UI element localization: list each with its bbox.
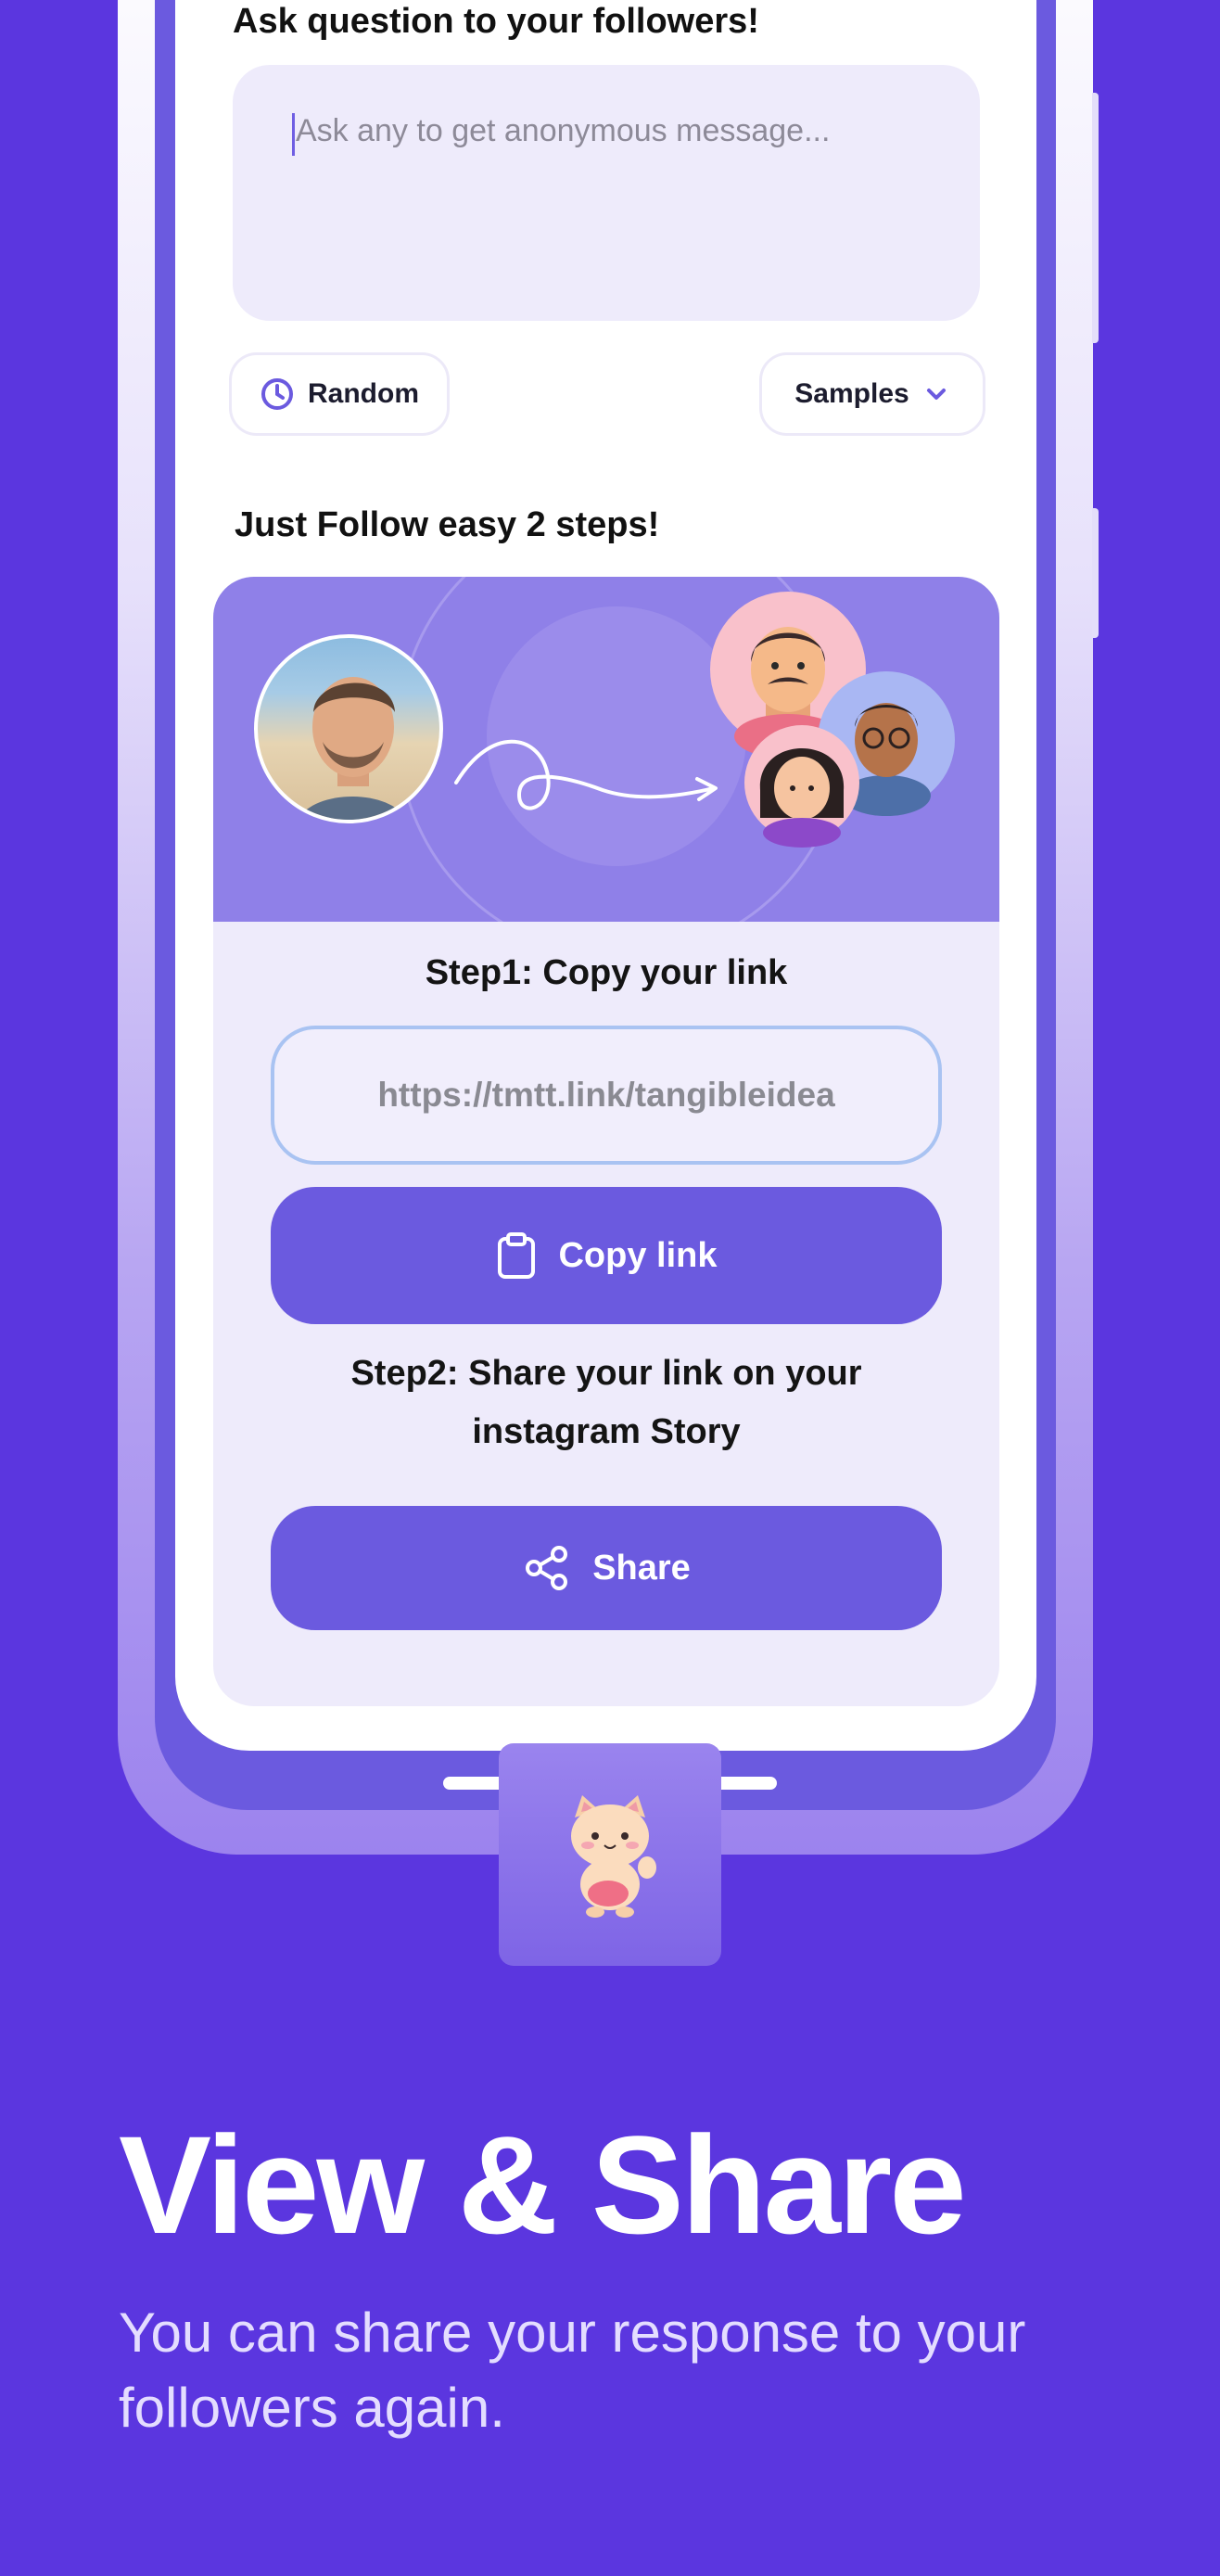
step2-title-line2: instagram Story — [472, 1411, 741, 1451]
share-link-text: https://tmtt.link/tangibleidea — [377, 1076, 835, 1114]
steps-card: Step1: Copy your link https://tmtt.link/… — [213, 577, 999, 1706]
question-input[interactable]: Ask any to get anonymous message... — [233, 65, 980, 321]
hero-illustration — [213, 577, 999, 922]
copy-link-label: Copy link — [558, 1235, 718, 1275]
user-avatar — [254, 634, 443, 823]
samples-dropdown[interactable]: Samples — [759, 352, 985, 436]
question-input-placeholder: Ask any to get anonymous message... — [296, 113, 831, 148]
clock-icon — [261, 378, 293, 410]
mascot-badge — [499, 1743, 721, 1966]
share-icon — [526, 1546, 568, 1590]
phone-side-button — [1092, 508, 1099, 638]
phone-screen: Ask question to your followers! Ask any … — [175, 0, 1036, 1751]
step2-title-line1: Step2: Share your link on your — [350, 1354, 862, 1393]
cat-mascot-icon — [571, 1795, 656, 1918]
steps-heading: Just Follow easy 2 steps! — [235, 505, 660, 544]
promo-headline: View & Share — [119, 2107, 967, 2263]
phone-side-button — [1092, 93, 1099, 343]
text-caret — [292, 113, 295, 156]
samples-label: Samples — [794, 378, 909, 409]
random-label: Random — [308, 378, 419, 409]
step1-title: Step1: Copy your link — [425, 953, 788, 992]
share-button[interactable]: Share — [271, 1506, 942, 1630]
copy-link-button[interactable]: Copy link — [271, 1187, 942, 1324]
promo-subtext: You can share your response to your foll… — [119, 2302, 1026, 2439]
chevron-down-icon — [926, 389, 946, 400]
clipboard-icon — [498, 1232, 536, 1279]
step2-title: Step2: Share your link on your instagram… — [213, 1345, 999, 1460]
random-button[interactable]: Random — [229, 352, 450, 436]
share-label: Share — [592, 1548, 691, 1588]
share-link-field[interactable]: https://tmtt.link/tangibleidea — [271, 1026, 942, 1165]
question-heading: Ask question to your followers! — [233, 2, 759, 41]
avatar-person — [298, 677, 407, 820]
